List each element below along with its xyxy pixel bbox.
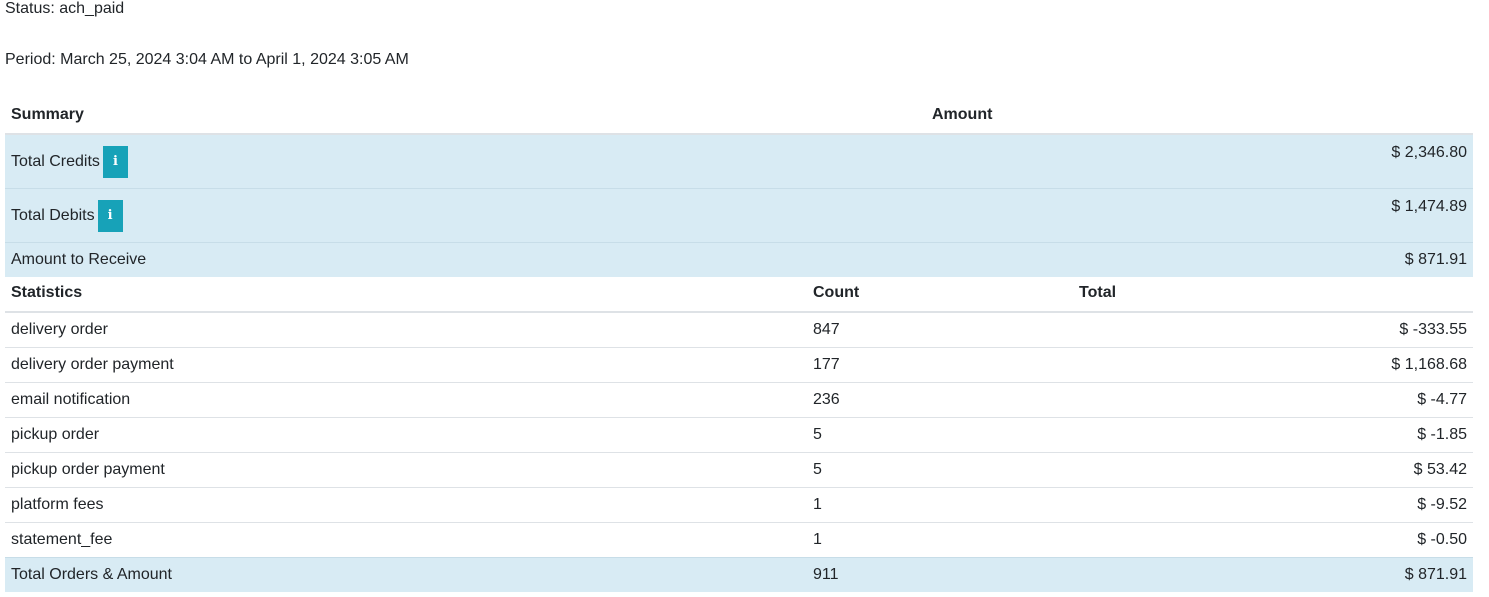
- statistic-count: 847: [807, 311, 1073, 348]
- statistic-count: 177: [807, 347, 1073, 383]
- info-icon[interactable]: i: [102, 145, 128, 178]
- period-text: Period: March 25, 2024 3:04 AM to April …: [5, 51, 409, 68]
- statistic-label: email notification: [5, 382, 807, 418]
- statistic-total: $ 53.42: [1073, 452, 1473, 488]
- table-row: email notification 236 $ -4.77: [5, 382, 1473, 418]
- summary-table: Summary Amount Total Credits i $ 2,346.80…: [5, 96, 1473, 277]
- total-orders-label: Total Orders & Amount: [5, 557, 807, 592]
- count-column-header: Count: [807, 274, 1073, 313]
- total-credits-amount: $ 2,346.80: [926, 133, 1473, 189]
- table-row: pickup order payment 5 $ 53.42: [5, 452, 1473, 488]
- status-text: Status: ach_paid: [5, 0, 125, 17]
- summary-label-cell: Total Credits i: [5, 133, 926, 189]
- statistic-count: 236: [807, 382, 1073, 418]
- total-orders-amount: $ 871.91: [1073, 557, 1473, 592]
- statistic-count: 1: [807, 522, 1073, 558]
- amount-to-receive-amount: $ 871.91: [926, 242, 1473, 277]
- total-column-header: Total: [1073, 274, 1473, 313]
- statistic-label: delivery order payment: [5, 347, 807, 383]
- total-debits-label: Total Debits: [11, 206, 95, 224]
- statistic-total: $ 1,168.68: [1073, 347, 1473, 383]
- statistic-total: $ -9.52: [1073, 487, 1473, 523]
- summary-row-total-credits: Total Credits i $ 2,346.80: [5, 133, 1473, 189]
- total-orders-count: 911: [807, 557, 1073, 592]
- statistic-count: 1: [807, 487, 1073, 523]
- statistic-count: 5: [807, 417, 1073, 453]
- info-icon[interactable]: i: [97, 199, 123, 232]
- amount-to-receive-label: Amount to Receive: [5, 242, 926, 277]
- table-row: delivery order 847 $ -333.55: [5, 311, 1473, 348]
- total-debits-amount: $ 1,474.89: [926, 188, 1473, 243]
- summary-column-header: Summary: [5, 96, 926, 135]
- statistic-label: pickup order: [5, 417, 807, 453]
- table-row: statement_fee 1 $ -0.50: [5, 522, 1473, 558]
- statistic-total: $ -1.85: [1073, 417, 1473, 453]
- statistic-label: pickup order payment: [5, 452, 807, 488]
- total-orders-row: Total Orders & Amount 911 $ 871.91: [5, 557, 1473, 592]
- summary-label-cell: Total Debits i: [5, 188, 926, 243]
- statistic-label: statement_fee: [5, 522, 807, 558]
- summary-row-amount-to-receive: Amount to Receive $ 871.91: [5, 242, 1473, 277]
- statistic-total: $ -4.77: [1073, 382, 1473, 418]
- summary-header-row: Summary Amount: [5, 96, 1473, 135]
- total-credits-label: Total Credits: [11, 152, 100, 170]
- summary-row-total-debits: Total Debits i $ 1,474.89: [5, 188, 1473, 243]
- statistics-table: Statistics Count Total delivery order 84…: [5, 274, 1473, 592]
- table-row: platform fees 1 $ -9.52: [5, 487, 1473, 523]
- statistics-header-row: Statistics Count Total: [5, 274, 1473, 313]
- statistic-label: platform fees: [5, 487, 807, 523]
- table-row: pickup order 5 $ -1.85: [5, 417, 1473, 453]
- amount-column-header: Amount: [926, 96, 1473, 135]
- statistics-column-header: Statistics: [5, 274, 807, 313]
- statistic-count: 5: [807, 452, 1073, 488]
- statistic-total: $ -333.55: [1073, 311, 1473, 348]
- statistic-total: $ -0.50: [1073, 522, 1473, 558]
- statistic-label: delivery order: [5, 311, 807, 348]
- table-row: delivery order payment 177 $ 1,168.68: [5, 347, 1473, 383]
